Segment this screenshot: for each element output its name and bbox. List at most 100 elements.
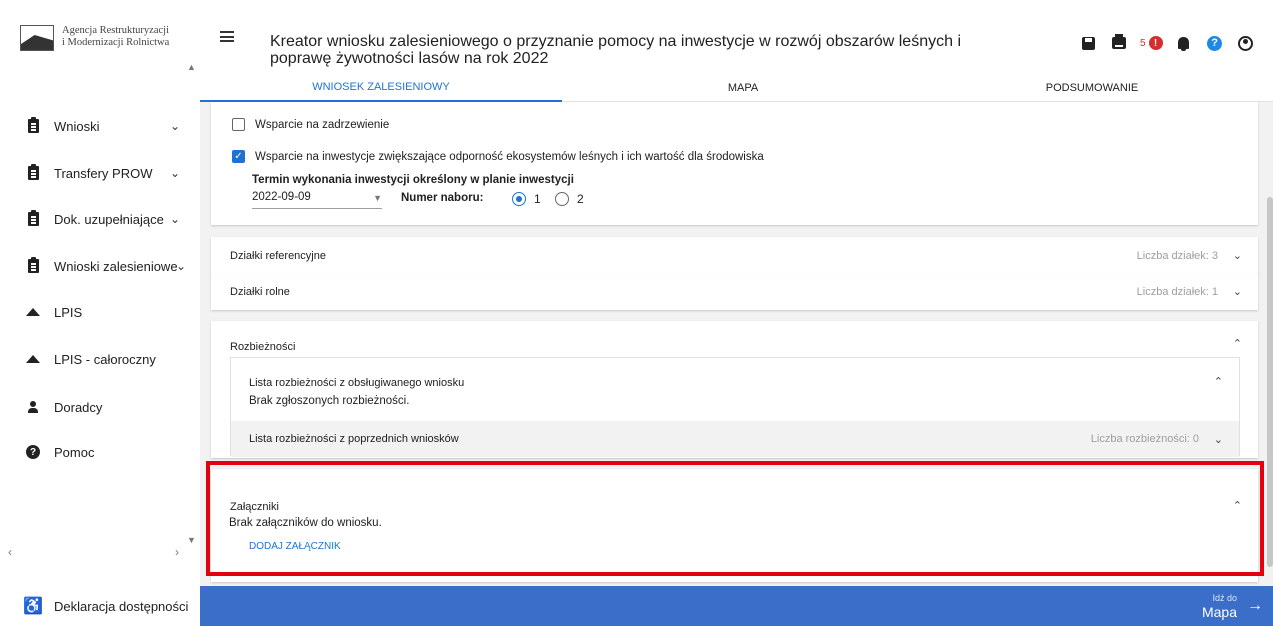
chevron-down-icon: ⌄: [1232, 286, 1242, 298]
person-icon: [26, 399, 40, 415]
clipboard-icon: [26, 117, 40, 134]
sub-panel-title: Lista rozbieżności z poprzednich wnioskó…: [249, 433, 459, 445]
option-odpornosc-label: Wsparcie na inwestycje zwiększające odpo…: [255, 150, 764, 163]
panel-count: Liczba działek: 3: [1136, 249, 1218, 262]
clipboard-icon: [26, 164, 40, 181]
main-content: Wsparcie na zadrzewienie ✓ Wsparcie na i…: [200, 102, 1273, 586]
menu-icon[interactable]: [220, 31, 234, 42]
arimr-logo[interactable]: Agencja Restrukturyzacji i Modernizacji …: [20, 25, 190, 61]
rozbieznosci-previous-list[interactable]: Lista rozbieżności z poprzednich wnioskó…: [231, 421, 1239, 457]
dropdown-arrow-icon: ▼: [373, 193, 382, 203]
panel-title: Działki referencyjne: [230, 249, 326, 262]
sidebar: Agencja Restrukturyzacji i Modernizacji …: [0, 0, 200, 626]
add-attachment-button[interactable]: DODAJ ZAŁĄCZNIK: [249, 541, 341, 552]
chevron-down-icon: ⌄: [1213, 433, 1223, 446]
account-icon[interactable]: [1236, 34, 1256, 52]
help-icon: ?: [26, 444, 40, 460]
term-date-value: 2022-09-09: [252, 191, 311, 203]
clipboard-icon: [26, 210, 40, 227]
sidebar-item-doradcy[interactable]: Doradcy: [0, 392, 200, 422]
sidebar-item-label: Transfery PROW: [54, 165, 153, 181]
bell-icon[interactable]: [1174, 34, 1194, 52]
errors-button[interactable]: 5 !: [1140, 34, 1163, 52]
sidebar-item-label: Dok. uzupełniające: [54, 211, 164, 227]
next-step-caption: Idź do: [1212, 593, 1237, 603]
main-scrollbar[interactable]: [1267, 197, 1273, 567]
tab-wniosek-zalesieniowy[interactable]: WNIOSEK ZALESIENIOWY: [200, 74, 562, 102]
chevron-down-icon: ⌄: [170, 119, 181, 133]
chevron-up-icon[interactable]: ⌃: [1233, 499, 1242, 512]
chevron-up-icon[interactable]: ⌃: [1214, 375, 1223, 388]
term-label: Termin wykonania inwestycji określony w …: [252, 174, 574, 186]
logo-text: Agencja Restrukturyzacji i Modernizacji …: [62, 25, 169, 49]
nabor-label: Numer naboru:: [401, 192, 484, 204]
option-zadrzewienie[interactable]: Wsparcie na zadrzewienie: [232, 118, 389, 131]
sidebar-item-lpis-caloroczny[interactable]: LPIS - całoroczny: [0, 344, 200, 374]
accessibility-icon: ♿: [23, 598, 43, 615]
empty-message: Brak załączników do wniosku.: [229, 517, 382, 529]
nabor-option-label: 1: [534, 192, 541, 206]
panel-zalaczniki: Załączniki Brak załączników do wniosku. …: [211, 469, 1258, 582]
sidebar-item-wnioski[interactable]: Wnioski ⌄: [0, 111, 200, 141]
sidebar-item-wnioski-zalesieniowe[interactable]: Wnioski zalesieniowe ⌄: [0, 251, 200, 281]
panel-title: Działki rolne: [230, 285, 290, 298]
sidebar-item-pomoc[interactable]: ? Pomoc: [0, 437, 200, 467]
print-icon[interactable]: [1109, 34, 1129, 52]
header-toolbar: 5 ! ?: [1078, 33, 1267, 53]
panel-title: Załączniki: [230, 501, 279, 513]
sidebar-item-label: Pomoc: [54, 444, 95, 460]
arimr-logo-icon: [20, 25, 54, 51]
chevron-down-icon: ⌄: [170, 166, 181, 180]
page-title: Kreator wniosku zalesieniowego o przyzna…: [270, 33, 961, 67]
save-icon[interactable]: [1078, 34, 1098, 52]
tab-bar: WNIOSEK ZALESIENIOWY MAPA PODSUMOWANIE: [200, 74, 1273, 102]
sidebar-scroll-up-icon[interactable]: ▲: [187, 62, 196, 72]
sidebar-item-label: LPIS: [54, 304, 83, 320]
sidebar-item-label: Doradcy: [54, 399, 103, 415]
sidebar-item-label: Wnioski zalesieniowe: [54, 258, 178, 274]
sidebar-scroll-right-icon[interactable]: ›: [175, 545, 179, 559]
panel-rozbieznosci: Rozbieżności ⌃ Lista rozbieżności z obsł…: [211, 321, 1258, 458]
logo-line-2: i Modernizacji Rolnictwa: [62, 37, 170, 48]
terrain-icon: [26, 351, 40, 367]
sidebar-item-dok-uzupelniajace[interactable]: Dok. uzupełniające ⌄: [0, 204, 200, 234]
term-date-select[interactable]: 2022-09-09 ▼: [252, 191, 382, 209]
app-header: Kreator wniosku zalesieniowego o przyzna…: [200, 0, 1273, 102]
tab-mapa[interactable]: MAPA: [562, 74, 924, 102]
accessibility-label: Deklaracja dostępności: [54, 598, 189, 614]
sub-panel-title: Lista rozbieżności z obsługiwanego wnios…: [249, 377, 465, 389]
accessibility-link[interactable]: ♿ Deklaracja dostępności: [0, 586, 200, 626]
chevron-down-icon: ⌄: [170, 212, 181, 226]
radio-icon: [555, 192, 569, 206]
tab-podsumowanie[interactable]: PODSUMOWANIE: [911, 74, 1273, 102]
sidebar-item-lpis[interactable]: LPIS: [0, 297, 200, 327]
sidebar-item-label: Wnioski: [54, 118, 100, 134]
chevron-down-icon: ⌄: [1232, 250, 1242, 262]
logo-line-1: Agencja Restrukturyzacji: [62, 25, 169, 36]
sidebar-item-transfery-prow[interactable]: Transfery PROW ⌄: [0, 158, 200, 188]
next-step-label: Mapa: [1201, 604, 1237, 620]
nabor-option-label: 2: [577, 192, 584, 206]
clipboard-icon: [26, 257, 40, 274]
nabor-radio-2[interactable]: 2: [555, 192, 584, 206]
support-card: Wsparcie na zadrzewienie ✓ Wsparcie na i…: [211, 102, 1258, 225]
next-step-bar[interactable]: Idź do Mapa →: [200, 586, 1273, 626]
chevron-down-icon: ⌄: [176, 259, 187, 273]
panel-dzialki-rolne[interactable]: Działki rolne Liczba działek: 1 ⌄: [211, 273, 1258, 310]
error-icon: !: [1148, 36, 1163, 50]
checkbox-zadrzewienie[interactable]: [232, 118, 245, 131]
sidebar-scroll-left-icon[interactable]: ‹: [8, 545, 12, 559]
sidebar-scroll-down-icon[interactable]: ▼: [187, 535, 196, 545]
panel-count: Liczba rozbieżności: 0: [1090, 433, 1199, 445]
option-zadrzewienie-label: Wsparcie na zadrzewienie: [255, 118, 390, 131]
checkbox-odpornosc[interactable]: ✓: [232, 150, 245, 163]
terrain-icon: [26, 304, 40, 320]
help-icon[interactable]: ?: [1205, 34, 1225, 52]
chevron-up-icon[interactable]: ⌃: [1233, 337, 1242, 350]
option-odpornosc[interactable]: ✓ Wsparcie na inwestycje zwiększające od…: [232, 150, 764, 163]
panel-count: Liczba działek: 1: [1136, 285, 1218, 298]
rozbieznosci-current-list: Lista rozbieżności z obsługiwanego wnios…: [230, 357, 1240, 457]
nabor-radio-1[interactable]: 1: [512, 192, 541, 206]
sidebar-item-label: LPIS - całoroczny: [54, 351, 156, 367]
panel-dzialki-referencyjne[interactable]: Działki referencyjne Liczba działek: 3 ⌄: [211, 237, 1258, 274]
